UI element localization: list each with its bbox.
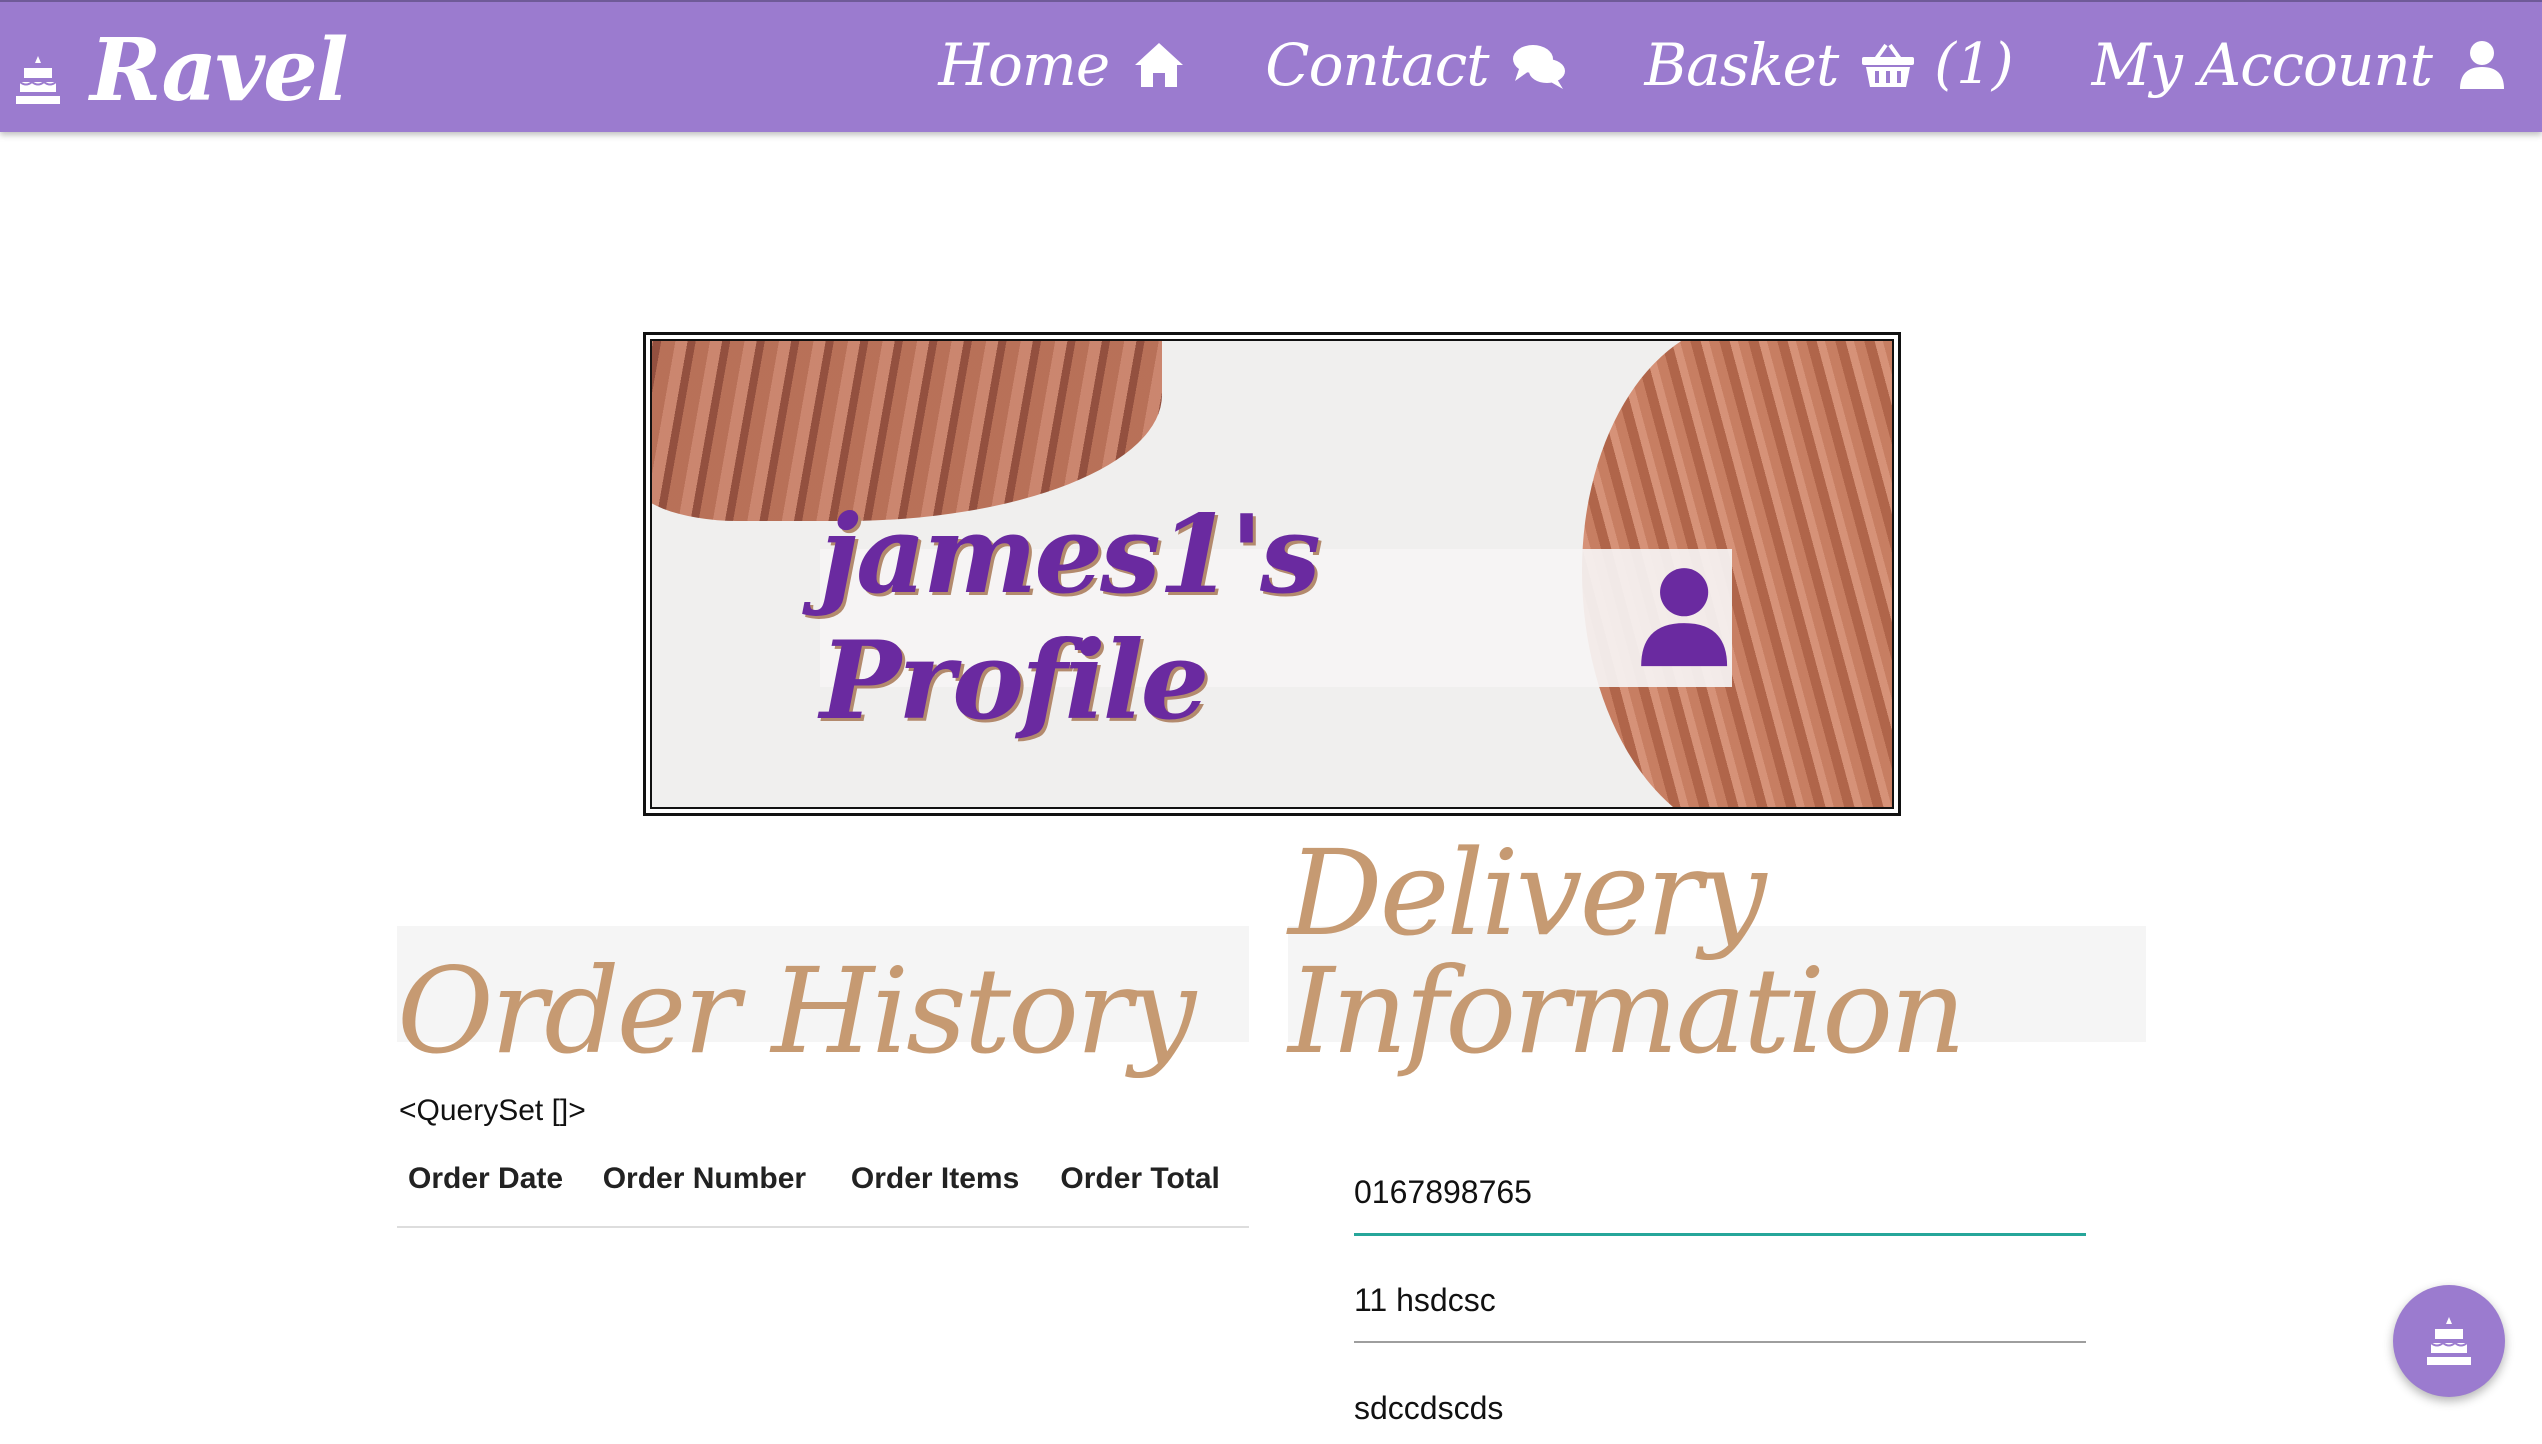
column-order-date: Order Date xyxy=(397,1152,592,1228)
profile-banner: james1's Profile xyxy=(643,332,1901,816)
order-history-heading: Order History xyxy=(397,926,1249,1070)
nav-account-label: My Account xyxy=(2091,30,2433,99)
cake-icon xyxy=(2427,1317,2471,1365)
home-icon xyxy=(1135,42,1184,87)
nav-contact[interactable]: Contact xyxy=(1265,36,1566,94)
address-line2-input[interactable] xyxy=(1354,1384,2086,1444)
basket-icon xyxy=(1862,43,1915,87)
address-line2-field xyxy=(1354,1384,2086,1444)
column-order-items: Order Items xyxy=(839,1152,1050,1228)
delivery-info-heading-text: Delivery Information xyxy=(1288,824,1966,1080)
phone-field xyxy=(1354,1168,2086,1236)
nav-contact-label: Contact xyxy=(1265,30,1489,99)
nav-links: Home Contact Basket (1) My Account xyxy=(860,32,2510,97)
queryset-debug-text: <QuerySet []> xyxy=(399,1094,586,1127)
address-line1-field xyxy=(1354,1276,2086,1343)
order-history-heading-text: Order History xyxy=(397,942,1196,1080)
phone-input[interactable] xyxy=(1354,1168,2086,1236)
table-header-row: Order Date Order Number Order Items Orde… xyxy=(397,1152,1249,1228)
order-history-table: Order Date Order Number Order Items Orde… xyxy=(397,1152,1249,1228)
nav-account[interactable]: My Account xyxy=(2092,36,2510,94)
basket-count: (1) xyxy=(1934,32,2014,97)
user-icon xyxy=(2460,40,2504,89)
profile-title-box: james1's Profile xyxy=(820,492,1732,744)
banner-image: james1's Profile xyxy=(650,339,1894,809)
user-icon xyxy=(1640,568,1727,667)
column-order-total: Order Total xyxy=(1049,1152,1249,1228)
nav-home-label: Home xyxy=(938,30,1110,99)
nav-home[interactable]: Home xyxy=(938,36,1187,94)
nav-basket[interactable]: Basket (1) xyxy=(1645,32,2014,97)
address-line1-input[interactable] xyxy=(1354,1276,2086,1343)
comments-icon xyxy=(1512,44,1565,89)
cake-icon xyxy=(16,56,60,104)
column-order-number: Order Number xyxy=(591,1152,840,1228)
delivery-info-heading: Delivery Information xyxy=(1288,834,2146,1070)
navbar: Ravel Home Contact Basket (1) My Account xyxy=(0,0,2542,132)
profile-title: james1's Profile xyxy=(820,492,1321,744)
floating-action-button[interactable] xyxy=(2393,1285,2505,1397)
brand-logo[interactable]: Ravel xyxy=(14,20,349,121)
brand-name: Ravel xyxy=(90,20,349,121)
nav-basket-label: Basket xyxy=(1644,30,1840,99)
